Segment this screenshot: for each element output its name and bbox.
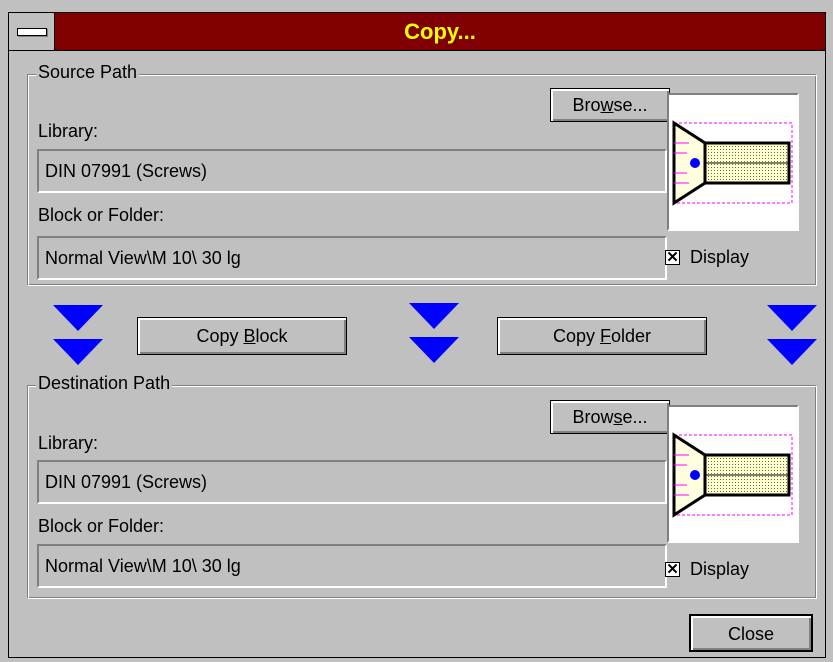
destination-preview-image xyxy=(667,405,799,543)
source-block-label: Block or Folder: xyxy=(38,205,165,225)
title-bar: Copy... xyxy=(9,13,825,51)
system-menu-icon[interactable] xyxy=(9,13,55,50)
down-arrow-icon xyxy=(53,339,103,365)
down-arrow-icon xyxy=(767,339,817,365)
source-display-label: Display xyxy=(690,247,750,267)
source-preview-image xyxy=(667,93,799,231)
destination-browse-button[interactable]: Browse... xyxy=(550,400,670,434)
down-arrow-icon xyxy=(767,305,817,331)
destination-library-label: Library: xyxy=(38,433,99,453)
source-library-label: Library: xyxy=(38,121,99,141)
source-block-field[interactable]: Normal View\M 10\ 30 lg xyxy=(37,236,667,280)
copy-folder-button[interactable]: Copy Folder xyxy=(497,317,707,355)
source-library-field[interactable]: DIN 07991 (Screws) xyxy=(37,149,667,193)
source-browse-button[interactable]: Browse... xyxy=(550,88,670,122)
destination-library-field[interactable]: DIN 07991 (Screws) xyxy=(37,460,667,504)
screw-drawing-icon xyxy=(672,120,793,206)
source-display-checkbox[interactable]: ✕ Display xyxy=(665,247,749,268)
down-arrow-icon xyxy=(53,305,103,331)
destination-display-label: Display xyxy=(690,559,750,579)
window-title: Copy... xyxy=(404,19,476,44)
down-arrow-icon xyxy=(409,337,459,363)
destination-block-field[interactable]: Normal View\M 10\ 30 lg xyxy=(37,544,667,588)
checkbox-checked-icon: ✕ xyxy=(665,249,680,266)
screw-drawing-icon xyxy=(672,432,793,518)
destination-block-label: Block or Folder: xyxy=(38,516,165,536)
destination-display-checkbox[interactable]: ✕ Display xyxy=(665,559,749,580)
copy-block-button[interactable]: Copy Block xyxy=(137,317,347,355)
copy-dialog: Copy... Source Path Browse... Library: D… xyxy=(8,12,826,658)
source-path-label: Source Path xyxy=(36,62,140,83)
down-arrow-icon xyxy=(409,303,459,329)
close-button[interactable]: Close xyxy=(689,614,813,652)
checkbox-checked-icon: ✕ xyxy=(665,561,680,578)
destination-path-label: Destination Path xyxy=(36,373,173,394)
